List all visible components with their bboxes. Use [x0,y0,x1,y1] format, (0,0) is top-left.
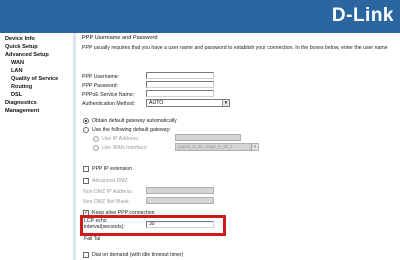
sidebar-item-diagnostics[interactable]: Diagnostics [5,100,37,106]
sidebar-item-quick-setup[interactable]: Quick Setup [5,44,38,50]
sidebar-item-wan[interactable]: WAN [11,60,24,66]
sidebar-item-device-info[interactable]: Device Info [5,36,35,42]
ppp-password-input[interactable] [146,81,214,88]
page-title: PPP Username and Password [82,35,158,41]
header-bar: D-Link [0,0,400,33]
use-wan-radio[interactable] [93,145,99,151]
lcp-fail-label: Fail Tal [84,236,101,242]
dial-on-demand-label: Dial on demand (with idle timeout timer) [92,252,184,258]
wan-interface-value: pppoe_0_35_1/ppp_0_35_1 [178,144,233,149]
nondmz-ip-input[interactable] [146,187,214,194]
ppp-username-input[interactable] [146,72,214,79]
sidebar-item-lan[interactable]: LAN [11,68,23,74]
pppoe-service-input[interactable] [146,90,214,97]
dlink-logo: D-Link [331,5,394,26]
sidebar-item-dsl[interactable]: DSL [11,92,22,98]
sidebar-item-routing[interactable]: Routing [11,84,32,90]
use-ip-label: Use IP Address: [102,136,140,142]
gateway-auto-radio[interactable] [83,118,89,124]
sidebar-item-management[interactable]: Management [5,108,39,114]
auth-method-label: Authentication Method: [82,101,136,107]
chevron-down-icon: ▼ [222,100,229,106]
main-content: PPP Username and Password PPP usually re… [76,33,400,260]
sidebar-item-advanced-setup[interactable]: Advanced Setup [5,52,49,58]
nondmz-mask-label: Non DMZ Net Mask: [83,199,130,205]
gateway-manual-radio[interactable] [83,127,89,133]
chevron-down-icon: ▼ [251,144,258,150]
sidebar-item-qos[interactable]: Quality of Service [11,76,58,82]
ppp-password-label: PPP Password: [82,83,118,89]
ppp-ip-extension-checkbox[interactable] [83,166,89,172]
dial-on-demand-checkbox[interactable] [83,252,89,258]
ppp-ip-extension-label: PPP IP extension [92,166,133,172]
nondmz-ip-label: Non DMZ IP Address: [83,189,134,195]
advanced-dmz-checkbox[interactable] [83,178,89,184]
gateway-manual-label: Use the following default gateway: [92,127,171,133]
auth-method-select[interactable]: AUTO ▼ [146,99,230,107]
gateway-ip-input[interactable] [175,134,241,141]
use-ip-radio[interactable] [93,136,99,142]
page-description: PPP usually requires that you have a use… [82,45,388,51]
gateway-auto-label: Obtain default gateway automatically [92,118,177,124]
auth-method-value: AUTO [149,100,164,106]
nondmz-mask-input[interactable] [146,197,214,204]
pppoe-service-label: PPPoE Service Name: [82,92,135,98]
wan-interface-select[interactable]: pppoe_0_35_1/ppp_0_35_1 ▼ [175,143,259,151]
advanced-dmz-label: Advanced DMZ [92,178,128,184]
use-wan-label: Use WAN Interface: [102,145,148,151]
highlight-box [80,215,226,236]
sidebar: Device Info Quick Setup Advanced Setup W… [0,33,72,260]
ppp-username-label: PPP Username: [82,74,120,80]
